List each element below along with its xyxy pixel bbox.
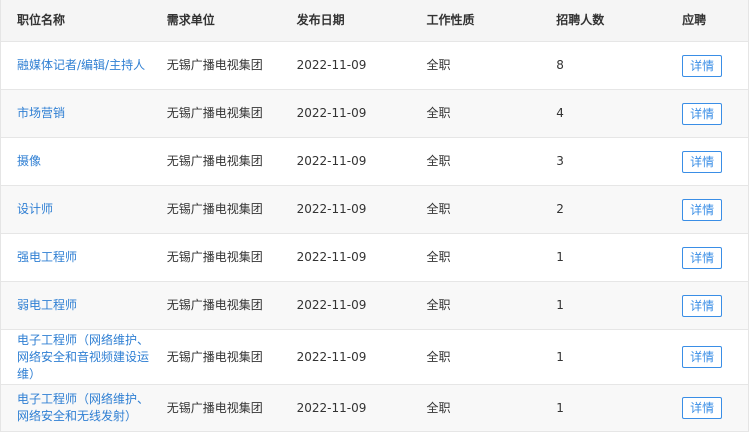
job-unit: 无锡广播电视集团 — [166, 349, 263, 364]
detail-button[interactable]: 详情 — [682, 346, 723, 368]
job-date: 2022-11-09 — [296, 298, 367, 312]
column-header-date: 发布日期 — [296, 13, 345, 27]
table-row: 弱电工程师 无锡广播电视集团 2022-11-09 全职 1 详情 — [1, 282, 749, 330]
detail-button[interactable]: 详情 — [682, 102, 723, 125]
table-row: 设计师 无锡广播电视集团 2022-11-09 全职 2 详情 — [1, 186, 749, 234]
job-unit: 无锡广播电视集团 — [166, 298, 263, 312]
column-header-apply: 应聘 — [682, 13, 707, 27]
job-count: 1 — [556, 400, 564, 415]
job-count: 4 — [556, 106, 564, 120]
job-count: 1 — [556, 298, 564, 312]
job-type: 全职 — [426, 298, 451, 312]
job-count: 2 — [556, 202, 564, 216]
column-header-title: 职位名称 — [17, 13, 66, 27]
job-count: 1 — [556, 349, 564, 364]
job-title-link[interactable]: 摄像 — [17, 154, 41, 168]
job-unit: 无锡广播电视集团 — [166, 250, 263, 264]
detail-button[interactable]: 详情 — [682, 150, 723, 173]
column-header-unit: 需求单位 — [166, 13, 215, 27]
column-header-count: 招聘人数 — [556, 13, 605, 27]
job-title-link[interactable]: 市场营销 — [17, 106, 65, 120]
job-count: 3 — [556, 154, 564, 168]
column-header-type: 工作性质 — [426, 13, 475, 27]
table-header-row: 职位名称 需求单位 发布日期 工作性质 招聘人数 应聘 — [1, 0, 749, 42]
table-row: 融媒体记者/编辑/主持人 无锡广播电视集团 2022-11-09 全职 8 详情 — [1, 42, 749, 90]
job-date: 2022-11-09 — [296, 58, 367, 72]
job-listing-table: 职位名称 需求单位 发布日期 工作性质 招聘人数 应聘 融媒体记者/编辑/主持人… — [0, 0, 749, 432]
detail-button[interactable]: 详情 — [682, 54, 723, 77]
job-count: 1 — [556, 250, 564, 264]
job-date: 2022-11-09 — [296, 250, 367, 264]
job-type: 全职 — [426, 154, 451, 168]
table-row: 电子工程师（网络维护、网络安全和无线发射） 无锡广播电视集团 2022-11-0… — [1, 385, 749, 432]
detail-button[interactable]: 详情 — [682, 198, 723, 221]
job-unit: 无锡广播电视集团 — [166, 58, 263, 72]
job-title-link[interactable]: 设计师 — [17, 202, 53, 216]
job-title-link[interactable]: 电子工程师（网络维护、网络安全和音视频建设运维） — [17, 333, 149, 381]
job-title-link[interactable]: 融媒体记者/编辑/主持人 — [17, 58, 145, 72]
job-type: 全职 — [426, 106, 451, 120]
job-unit: 无锡广播电视集团 — [166, 202, 263, 216]
job-type: 全职 — [426, 349, 451, 364]
job-unit: 无锡广播电视集团 — [166, 154, 263, 168]
job-count: 8 — [556, 58, 564, 72]
job-title-link[interactable]: 强电工程师 — [17, 250, 77, 264]
job-type: 全职 — [426, 202, 451, 216]
table-row: 电子工程师（网络维护、网络安全和音视频建设运维） 无锡广播电视集团 2022-1… — [1, 330, 749, 385]
detail-button[interactable]: 详情 — [682, 397, 723, 419]
job-unit: 无锡广播电视集团 — [166, 400, 263, 415]
job-date: 2022-11-09 — [296, 349, 367, 364]
job-type: 全职 — [426, 400, 451, 415]
job-date: 2022-11-09 — [296, 154, 367, 168]
job-date: 2022-11-09 — [296, 202, 367, 216]
detail-button[interactable]: 详情 — [682, 294, 723, 317]
table-row: 强电工程师 无锡广播电视集团 2022-11-09 全职 1 详情 — [1, 234, 749, 282]
job-type: 全职 — [426, 250, 451, 264]
job-unit: 无锡广播电视集团 — [166, 106, 263, 120]
job-title-link[interactable]: 弱电工程师 — [17, 298, 77, 312]
table-row: 市场营销 无锡广播电视集团 2022-11-09 全职 4 详情 — [1, 90, 749, 138]
job-type: 全职 — [426, 58, 451, 72]
job-date: 2022-11-09 — [296, 400, 367, 415]
detail-button[interactable]: 详情 — [682, 246, 723, 269]
job-date: 2022-11-09 — [296, 106, 367, 120]
table-row: 摄像 无锡广播电视集团 2022-11-09 全职 3 详情 — [1, 138, 749, 186]
job-title-link[interactable]: 电子工程师（网络维护、网络安全和无线发射） — [17, 392, 149, 423]
